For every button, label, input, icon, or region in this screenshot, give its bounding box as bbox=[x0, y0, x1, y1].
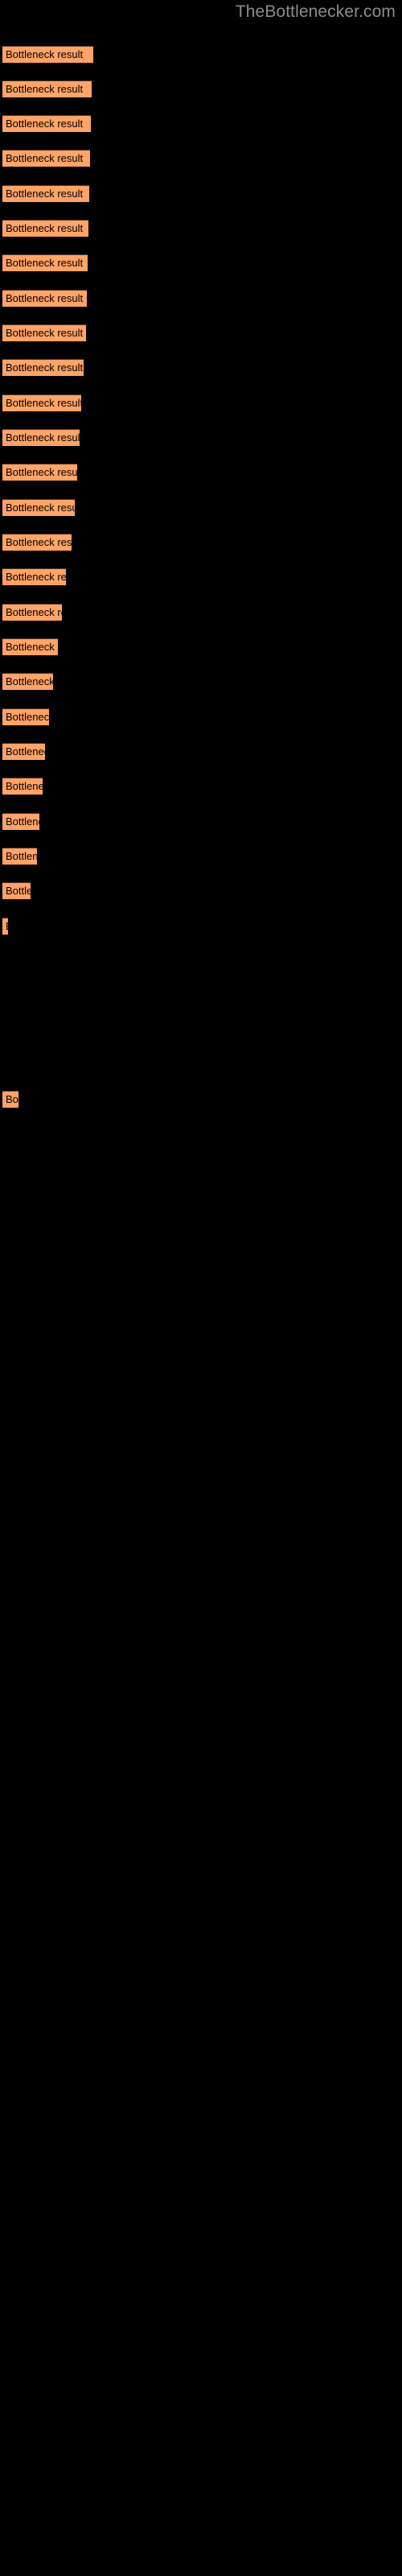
chart-bar[interactable]: Bottleneck result bbox=[2, 254, 88, 271]
chart-bar[interactable]: Bottleneck result bbox=[2, 813, 39, 830]
chart-bar-label: Bottleneck result bbox=[6, 641, 58, 653]
chart-bar[interactable]: Bottleneck result bbox=[2, 499, 75, 516]
chart-bar[interactable]: Bottleneck result bbox=[2, 115, 91, 132]
chart-bar-label: Bottleneck result bbox=[6, 711, 49, 723]
chart-bar-label: Bottleneck result bbox=[6, 152, 84, 164]
chart-bar-label: Bottleneck result bbox=[6, 83, 84, 95]
chart-bar[interactable]: Bottleneck result bbox=[2, 638, 58, 655]
chart-bar-label: Bottleneck result bbox=[6, 48, 84, 60]
chart-bar[interactable]: Bottleneck result bbox=[2, 743, 45, 760]
chart-bar-label: Bottleneck result bbox=[6, 745, 45, 758]
chart-bar[interactable]: Bottleneck result bbox=[2, 80, 92, 97]
chart-bar-label: Bottleneck result bbox=[6, 361, 84, 374]
bar-chart: Bottleneck result Bottleneck result Bottle… bbox=[0, 0, 402, 2576]
chart-bar[interactable]: Bottleneck result bbox=[2, 778, 43, 795]
chart-bar-label: Bottleneck result bbox=[6, 1093, 18, 1105]
chart-bar[interactable]: Bottleneck result bbox=[2, 604, 62, 621]
chart-bar-label: Bottleneck result bbox=[6, 118, 84, 130]
chart-bar[interactable]: Bottleneck result bbox=[2, 464, 77, 481]
chart-bar-label: Bottleneck result bbox=[6, 222, 84, 234]
chart-bar[interactable]: Bottleneck result bbox=[2, 918, 8, 935]
chart-bar-label: Bottleneck result bbox=[6, 780, 43, 792]
chart-bar-label: Bottleneck result bbox=[6, 606, 62, 618]
chart-bar[interactable]: Bottleneck result bbox=[2, 394, 81, 411]
chart-bar-label: Bottleneck result bbox=[6, 188, 84, 200]
chart-bar[interactable]: Bottleneck result bbox=[2, 708, 49, 725]
chart-bar[interactable]: Bottleneck result bbox=[2, 673, 53, 690]
chart-bar-label: Bottleneck result bbox=[6, 502, 75, 514]
chart-bar[interactable]: Bottleneck result bbox=[2, 290, 87, 307]
chart-bar-label: Bottleneck result bbox=[6, 536, 72, 548]
chart-bar[interactable]: Bottleneck result bbox=[2, 150, 90, 167]
chart-bar-label: Bottleneck result bbox=[6, 571, 66, 583]
chart-bar[interactable]: Bottleneck result bbox=[2, 1091, 18, 1108]
chart-bar-label: Bottleneck result bbox=[6, 327, 84, 339]
chart-bar[interactable]: Bottleneck result bbox=[2, 568, 66, 585]
chart-bar[interactable]: Bottleneck result bbox=[2, 429, 80, 446]
chart-bar-label: Bottleneck result bbox=[6, 257, 84, 269]
chart-bar[interactable]: Bottleneck result bbox=[2, 324, 86, 341]
chart-bar[interactable]: Bottleneck result bbox=[2, 46, 93, 63]
chart-bar-label: Bottleneck result bbox=[6, 815, 39, 828]
chart-bar[interactable]: Bottleneck result bbox=[2, 359, 84, 376]
chart-bar-label: Bottleneck result bbox=[6, 466, 77, 478]
bottleneck-chart-page: TheBottlenecker.com Bottleneck result Bot… bbox=[0, 0, 402, 2576]
chart-bar-label: Bottleneck result bbox=[6, 850, 37, 862]
chart-bar[interactable]: Bottleneck result bbox=[2, 882, 31, 899]
chart-bar[interactable]: Bottleneck result bbox=[2, 185, 89, 202]
chart-bar-label: Bottleneck result bbox=[6, 292, 84, 304]
chart-bar-label: Bottleneck result bbox=[6, 885, 31, 897]
chart-bar-label: Bottleneck result bbox=[6, 919, 8, 934]
chart-bar-label: Bottleneck result bbox=[6, 675, 53, 687]
chart-bar-label: Bottleneck result bbox=[6, 397, 81, 409]
chart-bar[interactable]: Bottleneck result bbox=[2, 534, 72, 551]
chart-bar[interactable]: Bottleneck result bbox=[2, 848, 37, 865]
chart-bar[interactable]: Bottleneck result bbox=[2, 220, 88, 237]
chart-bar-label: Bottleneck result bbox=[6, 431, 80, 444]
